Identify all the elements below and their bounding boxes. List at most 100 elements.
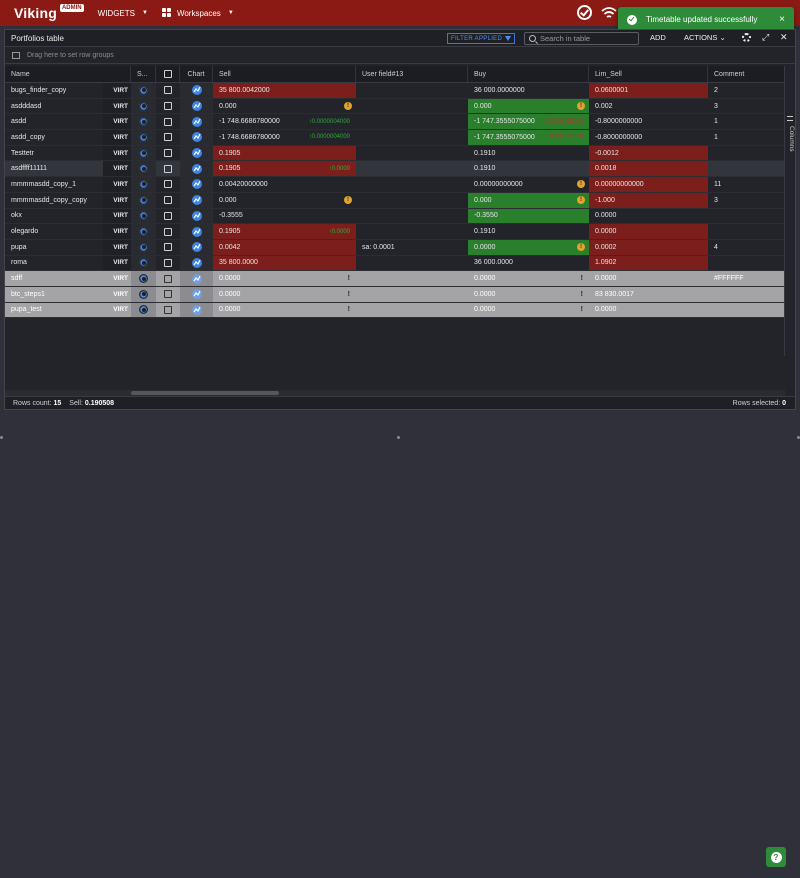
user-field-cell[interactable] bbox=[356, 256, 468, 271]
user-field-cell[interactable] bbox=[356, 271, 468, 286]
sell-cell[interactable]: 35 800.0042000 bbox=[213, 83, 356, 98]
search-input[interactable] bbox=[540, 34, 635, 43]
row-settings[interactable] bbox=[131, 224, 156, 239]
user-field-cell[interactable] bbox=[356, 303, 468, 318]
row-name[interactable]: sdff bbox=[5, 271, 103, 286]
row-chart[interactable] bbox=[180, 130, 213, 145]
row-chart[interactable] bbox=[180, 177, 213, 192]
chart-icon[interactable] bbox=[191, 116, 202, 127]
chart-icon[interactable] bbox=[191, 242, 202, 253]
check-circle-icon[interactable] bbox=[577, 5, 592, 20]
gear-icon[interactable] bbox=[139, 164, 148, 174]
chart-icon[interactable] bbox=[191, 163, 202, 174]
row-checkbox[interactable] bbox=[164, 290, 172, 299]
lim-sell-cell[interactable]: 0.0000 bbox=[589, 271, 708, 286]
row-select[interactable] bbox=[156, 303, 180, 318]
lim-sell-cell[interactable]: -0.0012 bbox=[589, 145, 708, 161]
row-select[interactable] bbox=[156, 114, 180, 129]
row-settings[interactable] bbox=[131, 177, 156, 192]
row-select[interactable] bbox=[156, 177, 180, 192]
table-row[interactable]: asdddasd VIRT 0.000! 0.000! 0.002 3 bbox=[5, 98, 785, 115]
chart-icon[interactable] bbox=[191, 226, 202, 237]
expand-icon[interactable]: ⤢ bbox=[762, 32, 769, 43]
sell-cell[interactable]: 0.0042 bbox=[213, 239, 356, 255]
comment-cell[interactable]: 1 bbox=[708, 114, 785, 129]
chart-icon[interactable] bbox=[191, 273, 202, 284]
table-row[interactable]: pupa VIRT 0.0042 sa: 0.0001 0.0000! 0.0002 4 bbox=[5, 239, 785, 256]
scroll-thumb[interactable] bbox=[131, 391, 279, 395]
sell-cell[interactable]: 0.000! bbox=[213, 99, 356, 114]
add-button[interactable]: ADD bbox=[650, 33, 666, 42]
comment-cell[interactable]: 2 bbox=[708, 83, 785, 98]
wifi-icon[interactable] bbox=[601, 6, 617, 20]
row-chart[interactable] bbox=[180, 224, 213, 239]
buy-cell[interactable]: -1 747.3555075000 ↓0.0000005000 bbox=[468, 130, 589, 145]
lim-sell-cell[interactable]: 83 830.0017 bbox=[589, 287, 708, 302]
col-user-field-header[interactable]: User field#13 bbox=[356, 66, 468, 82]
table-row[interactable]: olegardo VIRT 0.1905 ↑0.0000 0.1910 0.0000 bbox=[5, 224, 785, 240]
row-settings[interactable] bbox=[131, 286, 156, 302]
lim-sell-cell[interactable]: 0.0000 bbox=[589, 209, 708, 224]
gear-icon[interactable] bbox=[139, 85, 148, 95]
buy-cell[interactable]: 0.1910 bbox=[468, 146, 589, 161]
row-checkbox[interactable] bbox=[164, 305, 172, 314]
app-logo[interactable]: Viking bbox=[14, 5, 57, 21]
buy-cell[interactable]: 0.1910 bbox=[468, 224, 589, 239]
sell-cell[interactable]: 0.0000! bbox=[213, 303, 356, 318]
comment-cell[interactable] bbox=[708, 303, 785, 318]
lim-sell-cell[interactable]: 0.0002 bbox=[589, 239, 708, 255]
comment-cell[interactable]: 1 bbox=[708, 130, 785, 145]
actions-button[interactable]: ACTIONS ⌄ bbox=[684, 33, 726, 42]
col-select-header[interactable] bbox=[156, 66, 180, 82]
row-checkbox[interactable] bbox=[164, 243, 172, 252]
row-checkbox[interactable] bbox=[164, 196, 172, 205]
buy-cell[interactable]: 0.0000! bbox=[468, 303, 589, 318]
nav-workspaces[interactable]: Workspaces ▼ bbox=[161, 8, 234, 18]
row-checkbox[interactable] bbox=[164, 211, 172, 220]
resize-handle[interactable] bbox=[0, 436, 3, 439]
buy-cell[interactable]: 0.00000000000! bbox=[468, 177, 589, 192]
row-name[interactable]: olegardo bbox=[5, 224, 103, 239]
row-name[interactable]: bugs_finder_copy bbox=[5, 83, 103, 98]
comment-cell[interactable] bbox=[708, 146, 785, 161]
chart-icon[interactable] bbox=[191, 289, 202, 300]
lim-sell-cell[interactable]: 0.00000000000 bbox=[589, 177, 708, 192]
table-row[interactable]: asdffff11111 VIRT 0.1905 ↑0.0000 0.1910 0.001… bbox=[5, 161, 785, 178]
row-select[interactable] bbox=[156, 83, 180, 98]
user-field-cell[interactable] bbox=[356, 99, 468, 114]
sell-cell[interactable]: 0.1905 ↑0.0000 bbox=[213, 161, 356, 177]
lim-sell-cell[interactable]: -1.000 bbox=[589, 192, 708, 208]
row-settings[interactable] bbox=[131, 208, 156, 224]
sell-cell[interactable]: 0.1905 bbox=[213, 145, 356, 161]
sell-cell[interactable]: 0.000! bbox=[213, 193, 356, 208]
user-field-cell[interactable] bbox=[356, 224, 468, 239]
sell-cell[interactable]: -0.3555 bbox=[213, 209, 356, 224]
row-chart[interactable] bbox=[180, 271, 213, 286]
gear-icon[interactable] bbox=[139, 289, 148, 299]
row-select[interactable] bbox=[156, 130, 180, 145]
table-row[interactable]: asdd VIRT -1 748.6686780000 ↑0.0000004000 -1… bbox=[5, 114, 785, 131]
user-field-cell[interactable] bbox=[356, 83, 468, 98]
user-field-cell[interactable] bbox=[356, 209, 468, 224]
sell-cell[interactable]: 0.00420000000 bbox=[213, 177, 356, 192]
row-chart[interactable] bbox=[180, 98, 213, 114]
row-settings[interactable] bbox=[131, 114, 156, 130]
sell-cell[interactable]: 35 800.0000 bbox=[213, 255, 356, 271]
buy-cell[interactable]: 36 000.0000000 bbox=[468, 83, 589, 98]
user-field-cell[interactable] bbox=[356, 161, 468, 176]
row-name[interactable]: pupa_test bbox=[5, 303, 103, 318]
sell-cell[interactable]: 0.0000! bbox=[213, 287, 356, 302]
user-field-cell[interactable] bbox=[356, 177, 468, 192]
table-row[interactable]: roma VIRT 35 800.0000 36 000.0000 1.0902 bbox=[5, 255, 785, 272]
chart-icon[interactable] bbox=[191, 148, 202, 159]
row-select[interactable] bbox=[156, 224, 180, 239]
row-checkbox[interactable] bbox=[164, 164, 172, 173]
row-checkbox[interactable] bbox=[164, 86, 172, 95]
comment-cell[interactable] bbox=[708, 256, 785, 271]
sell-cell[interactable]: 0.1905 ↑0.0000 bbox=[213, 224, 356, 239]
buy-cell[interactable]: 0.0000! bbox=[468, 239, 589, 255]
row-name[interactable]: asdddasd bbox=[5, 99, 103, 114]
comment-cell[interactable]: 11 bbox=[708, 177, 785, 192]
comment-cell[interactable] bbox=[708, 224, 785, 239]
row-chart[interactable] bbox=[180, 83, 213, 98]
